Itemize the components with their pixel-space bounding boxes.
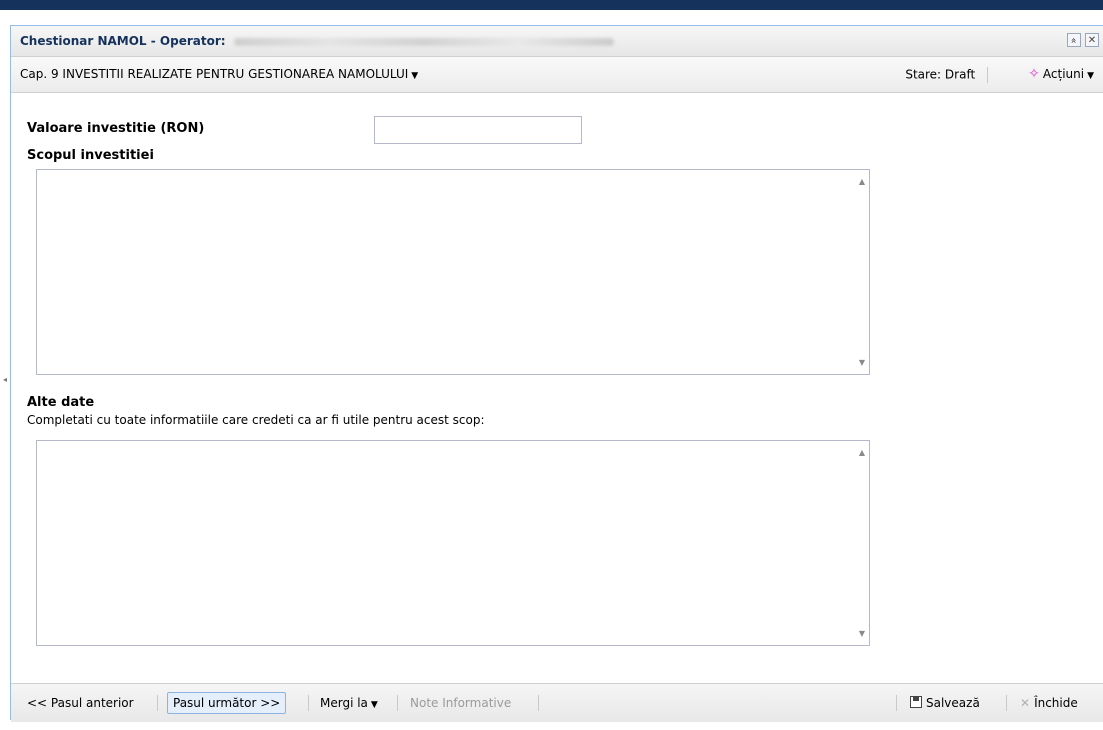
- operator-name-redacted: [233, 37, 614, 46]
- separator: [896, 695, 897, 711]
- separator: [397, 695, 398, 711]
- scroll-up-icon[interactable]: ▲: [859, 177, 865, 186]
- window-titlebar: Chestionar NAMOL - Operator: » ✕: [11, 26, 1103, 57]
- close-window-button[interactable]: ✕: [1085, 33, 1099, 47]
- floppy-disk-icon: [910, 696, 922, 708]
- investment-value-label: Valoare investitie (RON): [27, 121, 205, 136]
- status-indicator: Stare: Draft: [905, 67, 988, 83]
- navigation-footer: << Pasul anterior Pasul următor >> Mergi…: [11, 683, 1103, 722]
- window-title: Chestionar NAMOL - Operator:: [20, 34, 614, 48]
- separator: [157, 695, 158, 711]
- questionnaire-window: Chestionar NAMOL - Operator: » ✕ Cap. 9 …: [10, 25, 1103, 722]
- investment-value-input[interactable]: [374, 116, 582, 144]
- scroll-down-icon[interactable]: ▼: [859, 358, 865, 367]
- goto-menu-button[interactable]: Mergi la ▼: [314, 692, 384, 714]
- save-button[interactable]: Salvează: [904, 692, 986, 714]
- scroll-up-icon[interactable]: ▲: [859, 448, 865, 457]
- status-text: Stare: Draft: [905, 67, 976, 82]
- other-data-textarea[interactable]: ▲ ▼: [36, 440, 870, 646]
- collapse-icon: »: [1068, 37, 1080, 44]
- actions-label: Acțiuni: [1042, 67, 1085, 81]
- purpose-textarea[interactable]: ▲ ▼: [36, 169, 870, 375]
- chapter-toolbar: Cap. 9 INVESTITII REALIZATE PENTRU GESTI…: [11, 57, 1103, 93]
- collapse-button[interactable]: »: [1067, 33, 1081, 47]
- save-label: Salvează: [926, 696, 980, 710]
- top-accent-bar: [0, 0, 1103, 10]
- chapter-label: Cap. 9 INVESTITII REALIZATE PENTRU GESTI…: [20, 67, 409, 81]
- close-label: Închide: [1034, 696, 1078, 710]
- chevron-down-icon: ▼: [1087, 71, 1094, 81]
- separator: [1006, 695, 1007, 711]
- previous-step-button[interactable]: << Pasul anterior: [21, 692, 140, 714]
- sparkle-icon: ✧: [1028, 66, 1040, 82]
- separator: [538, 695, 539, 711]
- chevron-down-icon: ▼: [411, 71, 419, 81]
- actions-menu-button[interactable]: ✧ Acțiuni ▼: [1028, 66, 1094, 82]
- separator: [308, 695, 309, 711]
- separator: [987, 67, 988, 83]
- purpose-label: Scopul investitiei: [27, 148, 154, 163]
- scroll-down-icon[interactable]: ▼: [859, 629, 865, 638]
- other-data-label: Alte date: [27, 395, 95, 410]
- chapter-menu-button[interactable]: Cap. 9 INVESTITII REALIZATE PENTRU GESTI…: [20, 67, 418, 81]
- next-step-button[interactable]: Pasul următor >>: [167, 692, 287, 714]
- collapse-handle-icon[interactable]: ◂: [3, 375, 7, 384]
- informative-notes-button[interactable]: Note Informative: [404, 692, 517, 714]
- close-icon: ✕: [1087, 35, 1097, 46]
- x-icon: ✕: [1020, 696, 1031, 710]
- chevron-down-icon: ▼: [370, 700, 378, 710]
- window-title-text: Chestionar NAMOL - Operator:: [20, 34, 226, 48]
- close-button[interactable]: ✕ Închide: [1014, 692, 1084, 714]
- other-data-description: Completati cu toate informatiile care cr…: [27, 413, 485, 427]
- goto-label: Mergi la: [320, 696, 368, 710]
